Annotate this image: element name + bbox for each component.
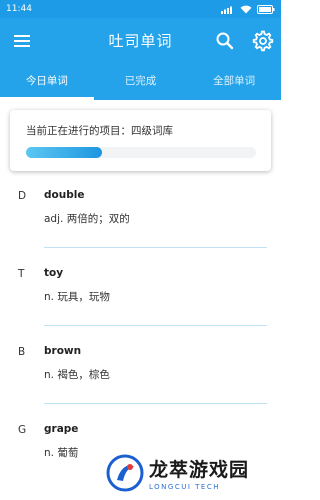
watermark-logo-icon	[106, 454, 144, 492]
divider	[44, 325, 267, 326]
progress-card[interactable]: 当前正在进行的项目： 四级词库	[10, 110, 271, 171]
word-meaning: n. 玩具，玩物	[44, 291, 110, 303]
watermark-text-en: LONGCUI TECH	[149, 483, 220, 491]
word-meaning: adj. 两倍的；双的	[44, 213, 130, 225]
word-initial: T	[18, 268, 25, 280]
tab-today-words[interactable]: 今日单词	[0, 64, 94, 100]
word-text: double	[44, 189, 85, 201]
search-icon	[216, 32, 234, 50]
word-initial: G	[18, 424, 27, 436]
current-project-name: 四级词库	[131, 125, 173, 137]
tab-completed[interactable]: 已完成	[94, 64, 188, 100]
word-text: brown	[44, 345, 82, 357]
settings-button[interactable]	[252, 30, 274, 52]
status-bar: 11:44	[0, 0, 281, 18]
menu-button[interactable]	[12, 31, 32, 51]
divider	[44, 247, 267, 248]
word-initial: D	[18, 190, 27, 202]
progress-fill	[26, 147, 102, 158]
list-item[interactable]: B brown n. 褐色，棕色	[0, 334, 281, 412]
progress-track	[26, 147, 256, 158]
watermark-text-cn: 龙萃游戏园	[149, 459, 250, 481]
word-meaning: n. 褐色，棕色	[44, 369, 110, 381]
word-list: D double adj. 两倍的；双的 T toy n. 玩具，玩物 B br…	[0, 178, 281, 490]
gear-icon	[252, 30, 274, 52]
word-initial: B	[18, 346, 26, 358]
signal-icon	[221, 6, 232, 14]
status-icons	[221, 4, 275, 14]
list-item[interactable]: D double adj. 两倍的；双的	[0, 178, 281, 256]
app-toolbar: 吐司单词	[0, 18, 281, 64]
menu-icon	[14, 35, 30, 47]
word-meaning: n. 葡萄	[44, 447, 79, 459]
word-text: grape	[44, 423, 79, 435]
current-project-text: 当前正在进行的项目： 四级词库	[26, 123, 173, 138]
wifi-icon	[240, 5, 252, 13]
divider	[44, 403, 267, 404]
word-text: toy	[44, 267, 64, 279]
battery-icon	[257, 4, 275, 14]
status-time: 11:44	[6, 4, 32, 14]
watermark-text: 龙萃游戏园 LONGCUI TECH	[149, 455, 249, 491]
search-button[interactable]	[215, 31, 235, 51]
current-project-label: 当前正在进行的项目：	[26, 125, 131, 137]
list-item[interactable]: T toy n. 玩具，玩物	[0, 256, 281, 334]
tab-all-words[interactable]: 全部单词	[187, 64, 281, 100]
page-title: 吐司单词	[108, 32, 173, 50]
watermark: 龙萃游戏园 LONGCUI TECH	[105, 450, 275, 496]
tab-bar: 今日单词 已完成 全部单词	[0, 64, 281, 100]
